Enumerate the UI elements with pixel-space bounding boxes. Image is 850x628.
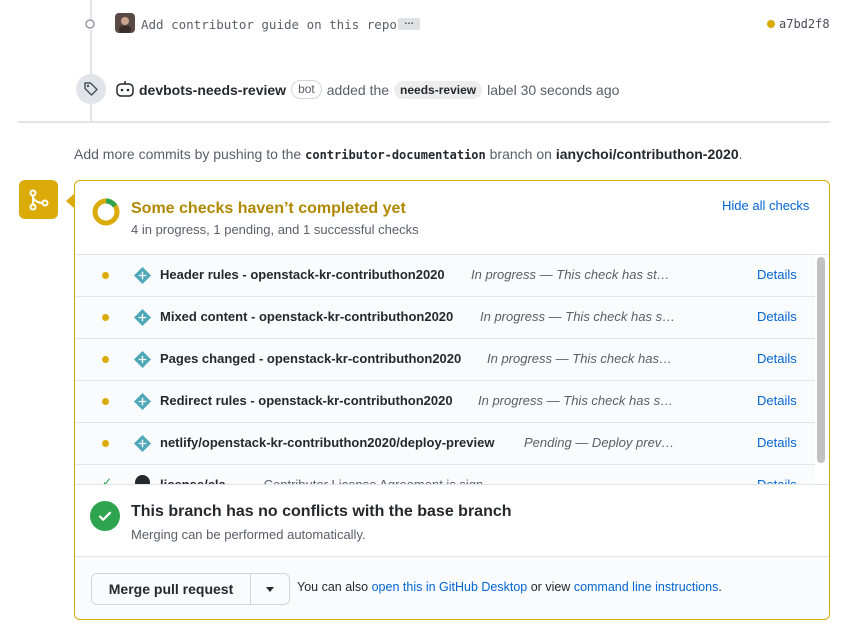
commit-author-avatar[interactable]: [115, 13, 135, 33]
check-description: In progress — This check has s…: [478, 393, 674, 408]
check-description: In progress — This check has…: [487, 351, 672, 366]
check-name: Pages changed - openstack-kr-contributho…: [160, 351, 462, 366]
commit-status-pending-icon[interactable]: [767, 20, 775, 28]
pending-dot-icon: [102, 398, 109, 405]
check-row: Redirect rules - openstack-kr-contributh…: [75, 381, 815, 423]
check-description: In progress — This check has s…: [480, 309, 676, 324]
check-name: Mixed content - openstack-kr-contributho…: [160, 309, 454, 324]
netlify-icon: [133, 266, 152, 285]
merge-footer: Merge pull request You can also open thi…: [75, 556, 829, 619]
git-merge-icon: [19, 180, 58, 219]
checks-summary: 4 in progress, 1 pending, and 1 successf…: [131, 222, 419, 237]
checks-progress-ring-icon: [92, 198, 120, 226]
check-row: netlify/openstack-kr-contributhon2020/de…: [75, 423, 815, 465]
branch-name: contributor-documentation: [305, 148, 486, 162]
tag-icon: [76, 74, 106, 104]
bot-avatar-icon[interactable]: [115, 80, 135, 98]
check-name: Header rules - openstack-kr-contributhon…: [160, 267, 445, 282]
merge-button-group: Merge pull request: [91, 573, 290, 605]
pending-dot-icon: [102, 440, 109, 447]
netlify-icon: [133, 392, 152, 411]
checks-title: Some checks haven’t completed yet: [131, 200, 406, 217]
netlify-icon: [133, 308, 152, 327]
label-event: devbots-needs-review bot added the needs…: [139, 80, 619, 99]
check-details-link[interactable]: Details: [757, 309, 797, 324]
check-row: Mixed content - openstack-kr-contributho…: [75, 297, 815, 339]
alt-text-prefix: You can also: [297, 580, 369, 594]
hide-all-checks-link[interactable]: Hide all checks: [722, 198, 809, 213]
checks-list[interactable]: Header rules - openstack-kr-contributhon…: [75, 254, 829, 485]
check-name: Redirect rules - openstack-kr-contributh…: [160, 393, 453, 408]
push-note-middle: branch on: [489, 146, 552, 162]
pending-dot-icon: [102, 356, 109, 363]
timeline-divider: [18, 121, 830, 123]
command-line-instructions-link[interactable]: command line instructions: [574, 580, 719, 594]
timeline-line: [90, 0, 92, 20]
conflict-subtitle: Merging can be performed automatically.: [131, 527, 366, 542]
check-row: Pages changed - openstack-kr-contributho…: [75, 339, 815, 381]
conflict-status: This branch has no conflicts with the ba…: [75, 484, 829, 557]
check-name: netlify/openstack-kr-contributhon2020/de…: [160, 435, 495, 450]
check-row: Header rules - openstack-kr-contributhon…: [75, 255, 815, 297]
merge-pull-request-button[interactable]: Merge pull request: [92, 574, 251, 604]
label-needs-review[interactable]: needs-review: [394, 80, 483, 99]
push-note-suffix: .: [738, 146, 743, 162]
check-details-link[interactable]: Details: [757, 393, 797, 408]
check-details-link[interactable]: Details: [757, 267, 797, 282]
check-details-link[interactable]: Details: [757, 435, 797, 450]
event-verb: added the: [326, 81, 390, 98]
check-details-link[interactable]: Details: [757, 351, 797, 366]
netlify-icon: [133, 434, 152, 453]
merge-box-pointer: [66, 194, 74, 208]
alt-text-middle: or view: [530, 580, 571, 594]
event-suffix: label 30 seconds ago: [487, 81, 620, 98]
check-circle-icon: [90, 501, 120, 531]
commit-node-icon: [85, 19, 95, 29]
merge-alternatives: You can also open this in GitHub Desktop…: [297, 580, 722, 594]
check-description: Pending — Deploy prev…: [524, 435, 675, 450]
repo-name: ianychoi/contributhon-2020: [555, 146, 739, 162]
conflict-title: This branch has no conflicts with the ba…: [131, 503, 512, 520]
timeline-line: [90, 104, 92, 121]
merge-box: Some checks haven’t completed yet 4 in p…: [74, 180, 830, 620]
event-actor-link[interactable]: devbots-needs-review: [139, 82, 286, 98]
alt-text-suffix: .: [718, 580, 722, 594]
netlify-icon: [133, 350, 152, 369]
timeline-line: [90, 30, 92, 74]
check-row: ✓ license/cla — Contributor License Agre…: [75, 465, 815, 485]
checks-scrollbar[interactable]: [817, 257, 825, 463]
commit-expand-button[interactable]: …: [398, 17, 420, 30]
push-note: Add more commits by pushing to the contr…: [74, 146, 743, 162]
check-description: In progress — This check has st…: [471, 267, 670, 282]
pending-dot-icon: [102, 314, 109, 321]
commit-message-link[interactable]: Add contributor guide on this repo: [141, 17, 397, 32]
bot-badge: bot: [291, 80, 322, 99]
caret-down-icon: [266, 586, 274, 592]
merge-method-dropdown[interactable]: [251, 574, 289, 604]
push-note-prefix: Add more commits by pushing to the: [74, 146, 302, 162]
pending-dot-icon: [102, 272, 109, 279]
commit-sha-link[interactable]: a7bd2f8: [779, 17, 830, 31]
open-github-desktop-link[interactable]: open this in GitHub Desktop: [372, 580, 528, 594]
